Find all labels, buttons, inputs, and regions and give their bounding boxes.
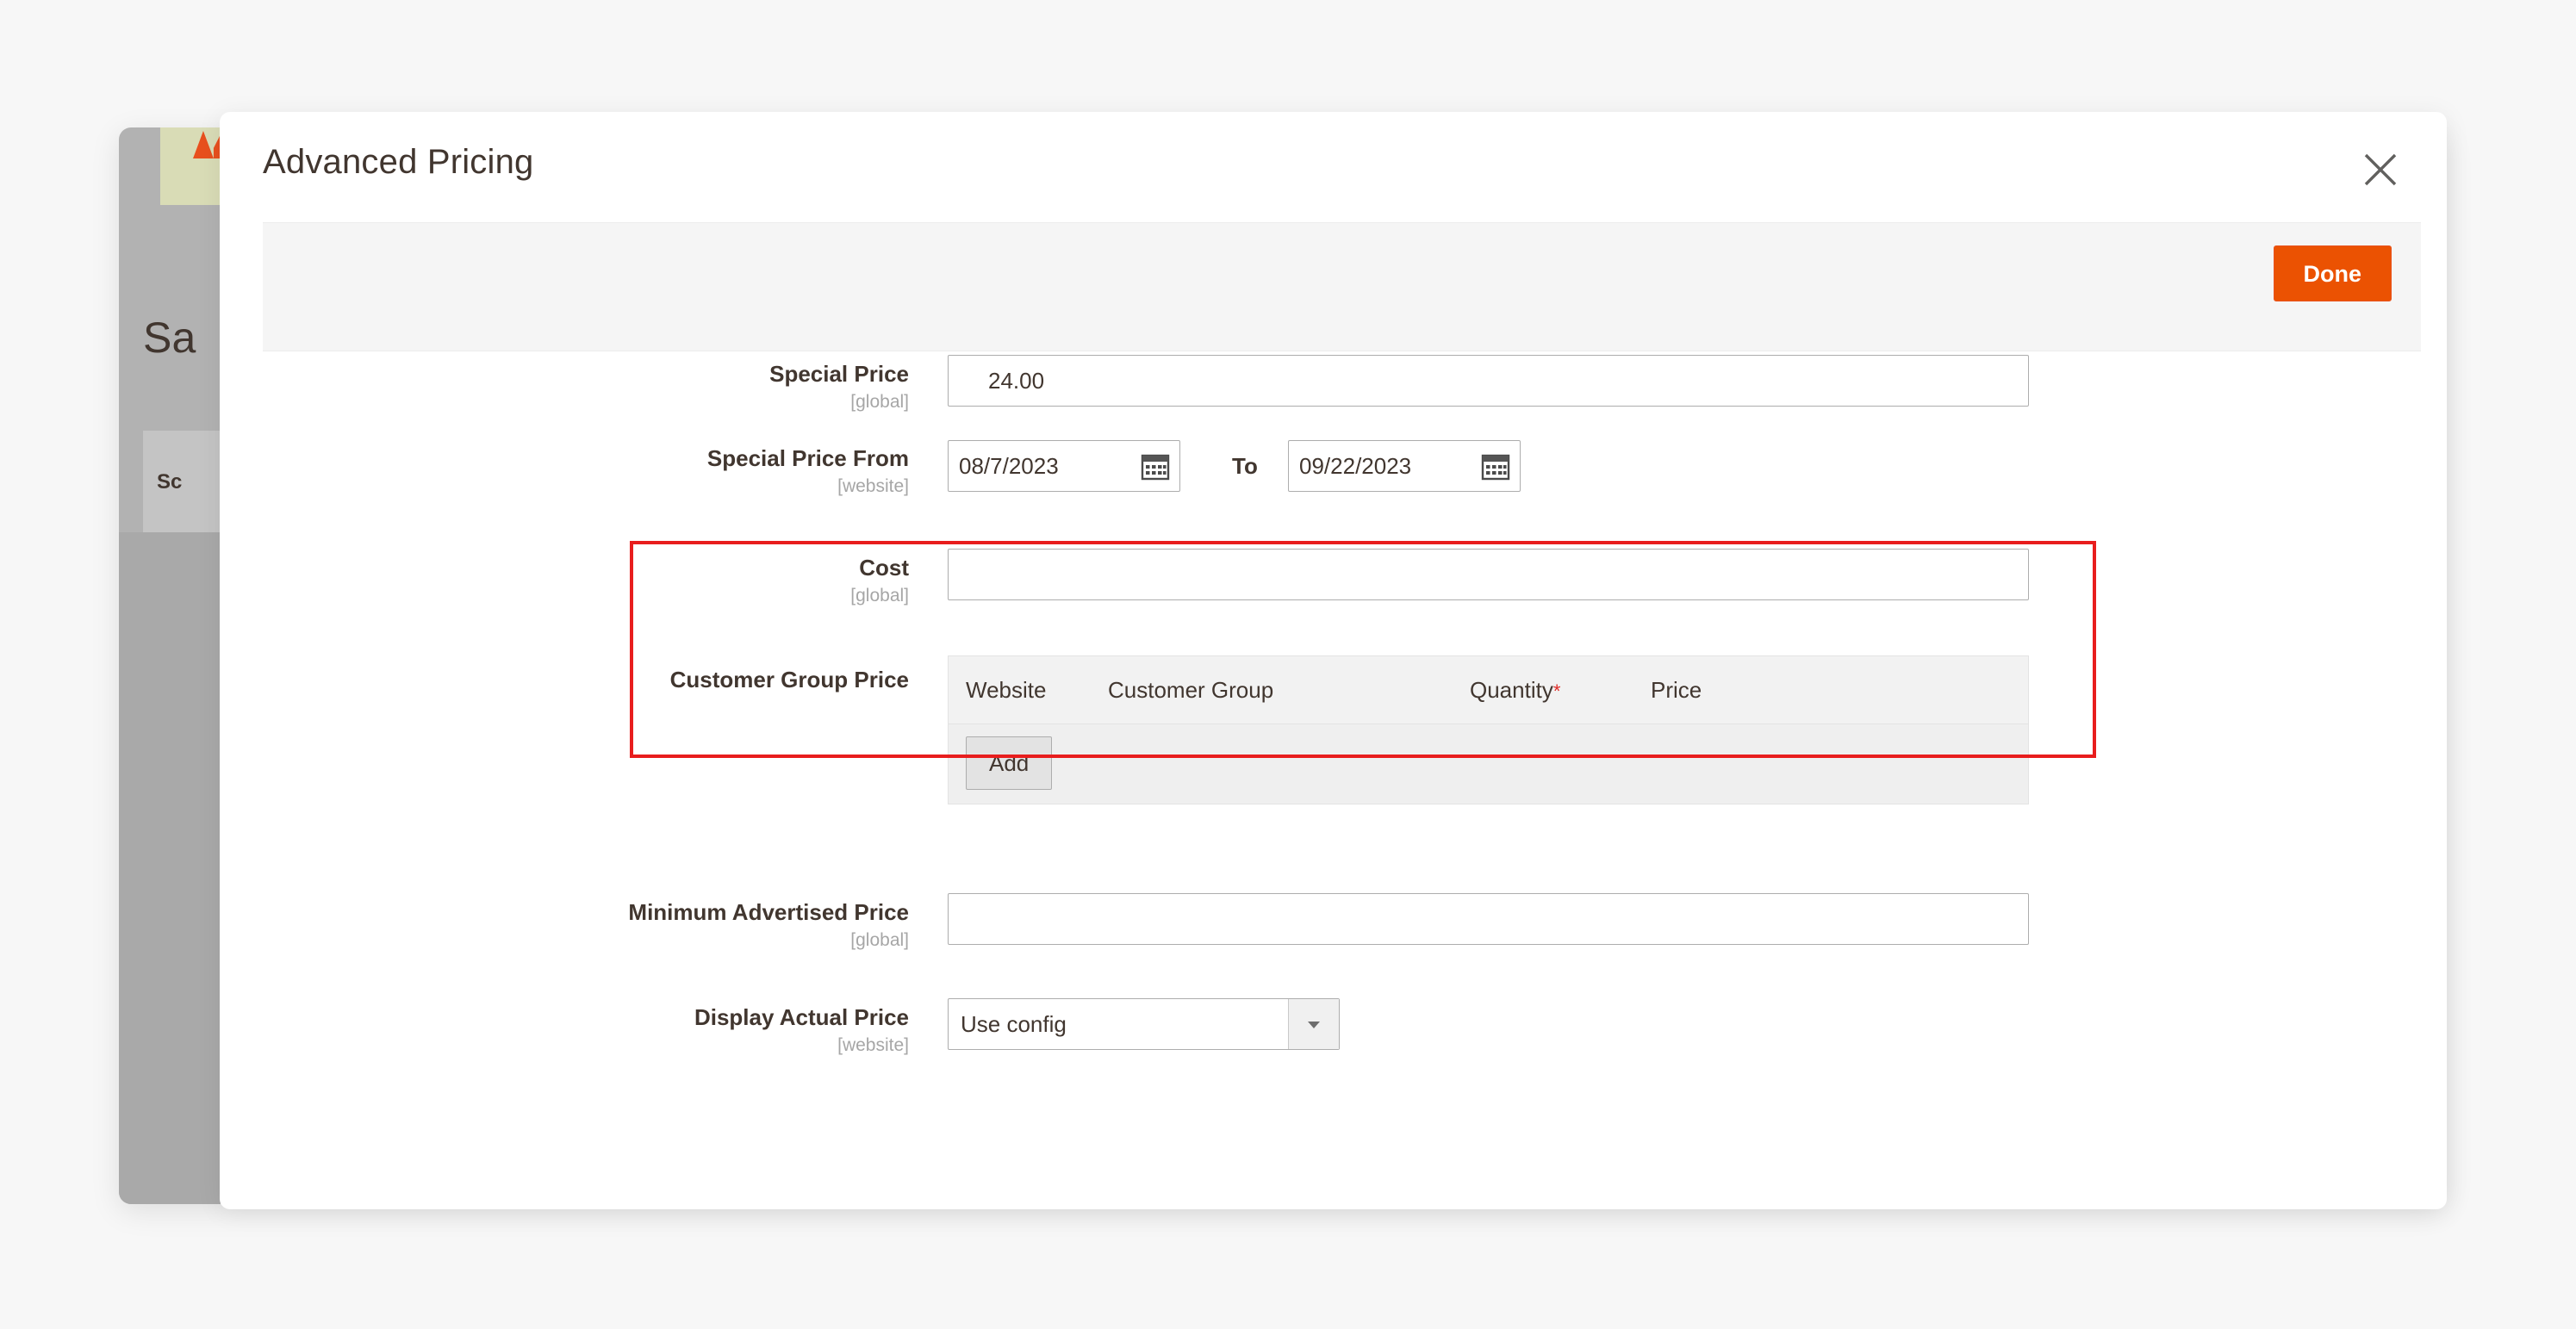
table-body: Add [949, 724, 2028, 804]
minimum-advertised-price-input[interactable] [948, 893, 2029, 945]
calendar-icon[interactable] [1140, 450, 1171, 481]
column-header-customer-group: Customer Group [1108, 677, 1274, 703]
special-price-from-label: Special Price From [website] [220, 444, 909, 498]
background-body-band [119, 532, 221, 1204]
special-price-label: Special Price [global] [220, 360, 909, 413]
special-price-label-text: Special Price [769, 361, 909, 387]
cost-input[interactable] [948, 549, 2029, 600]
date-range-to-label: To [1232, 453, 1258, 479]
advanced-pricing-modal: Advanced Pricing Done Special Price [glo… [220, 112, 2447, 1209]
modal-header: Advanced Pricing [220, 112, 2447, 222]
sidebar-item-label: Sc [157, 470, 183, 494]
display-actual-price-select[interactable]: Use config [948, 998, 1340, 1050]
modal-toolbar: Done [263, 222, 2421, 351]
display-actual-price-label: Display Actual Price [website] [220, 1003, 909, 1057]
done-button[interactable]: Done [2273, 245, 2392, 301]
cost-scope: [global] [850, 585, 909, 606]
advanced-pricing-form: Special Price [global] $ Special Price F… [220, 350, 2447, 1209]
special-price-from-input[interactable] [949, 441, 1112, 491]
add-button[interactable]: Add [966, 736, 1053, 790]
column-header-price: Price [1651, 677, 1702, 703]
calendar-icon[interactable] [1480, 450, 1511, 481]
minimum-advertised-price-scope: [global] [850, 929, 909, 950]
minimum-advertised-price-label-text: Minimum Advertised Price [628, 899, 909, 925]
display-actual-price-label-text: Display Actual Price [694, 1004, 909, 1030]
customer-group-price-label: Customer Group Price [220, 666, 909, 694]
special-price-from-datefield [948, 440, 1180, 492]
page-title: Sa [143, 314, 196, 362]
close-icon[interactable] [2359, 148, 2402, 191]
column-header-quantity-text: Quantity [1470, 677, 1553, 703]
cost-label: Cost [global] [220, 554, 909, 607]
customer-group-price-label-text: Customer Group Price [669, 667, 909, 692]
special-price-to-datefield [1288, 440, 1521, 492]
required-marker: * [1552, 680, 1561, 702]
display-actual-price-scope: [website] [837, 1034, 909, 1055]
special-price-from-scope: [website] [837, 475, 909, 496]
special-price-from-label-text: Special Price From [706, 445, 909, 471]
cost-label-text: Cost [859, 555, 909, 581]
modal-title: Advanced Pricing [263, 143, 534, 181]
display-actual-price-selected-value: Use config [961, 1011, 1067, 1037]
special-price-to-input[interactable] [1289, 441, 1453, 491]
special-price-input[interactable] [948, 355, 2029, 407]
column-header-website: Website [966, 677, 1047, 703]
column-header-quantity: Quantity* [1470, 677, 1560, 704]
table-header-row: Website Customer Group Quantity* Price [949, 656, 2028, 724]
chevron-down-icon[interactable] [1288, 999, 1339, 1049]
customer-group-price-table: Website Customer Group Quantity* Price A… [948, 655, 2029, 804]
minimum-advertised-price-label: Minimum Advertised Price [global] [220, 898, 909, 952]
special-price-scope: [global] [850, 391, 909, 412]
